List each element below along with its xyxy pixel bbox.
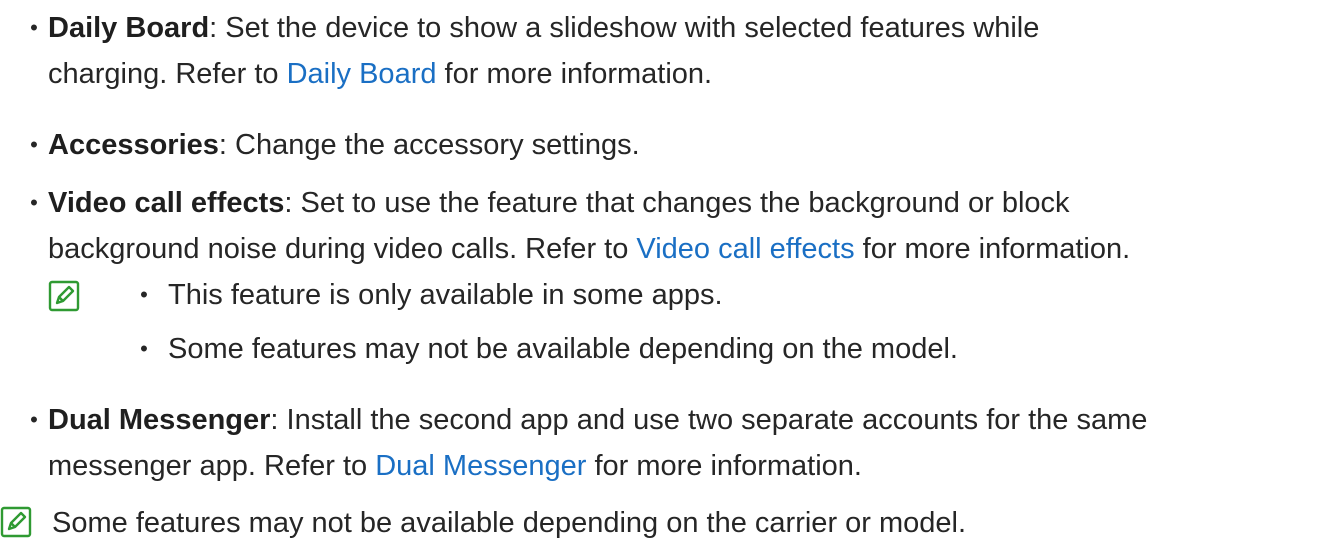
video-call-note: • This feature is only available in some… xyxy=(0,272,1344,372)
list-item-daily-board: • Daily Board: Set the device to show a … xyxy=(0,5,1344,97)
video-call-effects-link[interactable]: Video call effects xyxy=(636,233,854,265)
list-item-line: background noise during video calls. Ref… xyxy=(48,226,1344,272)
list-item-line: Daily Board: Set the device to show a sl… xyxy=(48,5,1344,51)
daily-board-link[interactable]: Daily Board xyxy=(287,58,437,90)
term-label: Daily Board xyxy=(48,12,210,44)
item-description: : Install the second app and use two sep… xyxy=(270,404,1148,436)
list-item-line: Accessories: Change the accessory settin… xyxy=(48,122,1344,168)
list-item-line: charging. Refer to Daily Board for more … xyxy=(48,51,1344,97)
item-description: charging. Refer to xyxy=(48,58,287,90)
list-item-line: messenger app. Refer to Dual Messenger f… xyxy=(48,443,1344,489)
term-label: Video call effects xyxy=(48,187,285,219)
bullet: • xyxy=(140,336,148,361)
item-description: : Change the accessory settings. xyxy=(218,129,640,161)
bullet: • xyxy=(140,282,148,307)
bullet: • xyxy=(30,190,38,215)
list-item-line: Dual Messenger: Install the second app a… xyxy=(48,397,1344,443)
bullet: • xyxy=(30,132,38,157)
item-description: messenger app. Refer to xyxy=(48,450,376,482)
list-item-accessories: • Accessories: Change the accessory sett… xyxy=(0,122,1344,168)
item-description: for more information. xyxy=(854,233,1131,265)
bullet: • xyxy=(30,407,38,432)
note-icon xyxy=(0,506,32,538)
item-description: for more information. xyxy=(436,58,713,90)
list-item-dual-messenger: • Dual Messenger: Install the second app… xyxy=(0,397,1344,489)
dual-messenger-link[interactable]: Dual Messenger xyxy=(375,450,586,482)
term-label: Accessories xyxy=(48,129,219,161)
note-point: Some features may not be available depen… xyxy=(168,333,958,365)
note-icon xyxy=(48,280,80,312)
list-item-video-call-effects: • Video call effects: Set to use the fea… xyxy=(0,180,1344,272)
bullet: • xyxy=(30,15,38,40)
carrier-note: Some features may not be available depen… xyxy=(0,500,1344,550)
note-point: This feature is only available in some a… xyxy=(168,279,723,311)
list-item-line: Video call effects: Set to use the featu… xyxy=(48,180,1344,226)
term-label: Dual Messenger xyxy=(48,404,271,436)
item-description: background noise during video calls. Ref… xyxy=(48,233,637,265)
item-description: : Set the device to show a slideshow wit… xyxy=(209,12,1040,44)
item-description: : Set to use the feature that changes th… xyxy=(284,187,1070,219)
item-description: for more information. xyxy=(586,450,862,482)
note-text: Some features may not be available depen… xyxy=(52,507,967,539)
